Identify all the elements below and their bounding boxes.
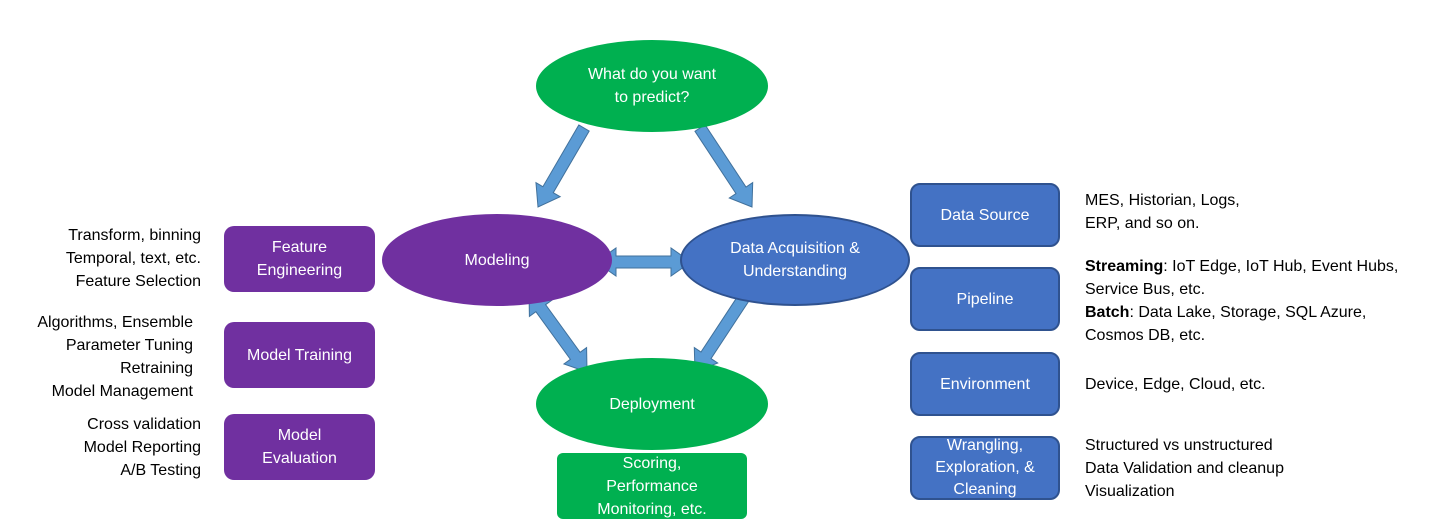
node-data-acquisition-label: Data Acquisition & Understanding xyxy=(730,240,860,280)
box-model-evaluation: Model Evaluation xyxy=(224,414,375,480)
node-modeling: Modeling xyxy=(382,214,612,306)
box-label: Data Source xyxy=(940,206,1030,224)
detail-line: Algorithms, Ensemble xyxy=(37,314,193,331)
detail-line: Batch: Data Lake, Storage, SQL Azure, xyxy=(1085,301,1398,324)
node-data-acquisition: Data Acquisition & Understanding xyxy=(680,214,910,306)
node-scoring-label: Scoring, Performance Monitoring, etc. xyxy=(597,454,707,518)
node-scoring: Scoring, Performance Monitoring, etc. xyxy=(557,453,747,519)
arrow-predict-to-data-acquisition xyxy=(694,124,754,208)
box-model-training: Model Training xyxy=(224,322,375,388)
model-evaluation-details: Cross validation Model Reporting A/B Tes… xyxy=(84,413,201,482)
pipeline-details: Streaming: IoT Edge, IoT Hub, Event Hubs… xyxy=(1085,255,1398,347)
streaming-text: : IoT Edge, IoT Hub, Event Hubs, xyxy=(1163,258,1399,275)
box-wrangling: Wrangling, Exploration, & Cleaning xyxy=(910,436,1060,500)
detail-line: Retraining xyxy=(120,360,193,377)
arrow-modeling-deployment xyxy=(528,291,588,373)
detail-line: Feature Selection xyxy=(75,273,201,290)
node-predict: What do you want to predict? xyxy=(536,40,768,132)
detail-line: MES, Historian, Logs, xyxy=(1085,192,1240,209)
detail-line: Cosmos DB, etc. xyxy=(1085,327,1206,344)
environment-details: Device, Edge, Cloud, etc. xyxy=(1085,373,1266,396)
detail-line: Model Management xyxy=(51,383,193,400)
box-label: Pipeline xyxy=(956,290,1014,308)
detail-line: Visualization xyxy=(1085,483,1175,500)
detail-line: Service Bus, etc. xyxy=(1085,281,1206,298)
detail-line: Transform, binning xyxy=(68,227,201,244)
detail-line: Data Validation and cleanup xyxy=(1085,460,1284,477)
box-environment: Environment xyxy=(910,352,1060,416)
detail-line: Device, Edge, Cloud, etc. xyxy=(1085,376,1266,393)
arrow-predict-to-modeling xyxy=(535,124,590,208)
box-pipeline: Pipeline xyxy=(910,267,1060,331)
node-modeling-label: Modeling xyxy=(464,251,530,269)
box-label: Wrangling, Exploration, & Cleaning xyxy=(935,437,1035,498)
diagram: What do you want to predict? Modeling Da… xyxy=(0,0,1433,532)
detail-line: Model Reporting xyxy=(83,439,201,456)
detail-line: Temporal, text, etc. xyxy=(65,250,201,267)
model-training-details: Algorithms, Ensemble Parameter Tuning Re… xyxy=(37,311,193,403)
box-label: Feature Engineering xyxy=(256,239,343,279)
detail-line: Streaming: IoT Edge, IoT Hub, Event Hubs… xyxy=(1085,255,1398,278)
streaming-label: Streaming xyxy=(1085,258,1164,275)
detail-line: Parameter Tuning xyxy=(65,337,193,354)
box-feature-engineering: Feature Engineering xyxy=(224,226,375,292)
wrangling-details: Structured vs unstructured Data Validati… xyxy=(1085,434,1284,503)
detail-line: Structured vs unstructured xyxy=(1085,437,1273,454)
batch-label: Batch xyxy=(1085,304,1130,321)
box-data-source: Data Source xyxy=(910,183,1060,247)
feature-engineering-details: Transform, binning Temporal, text, etc. … xyxy=(66,224,201,293)
arrow-data-acquisition-to-deployment xyxy=(693,289,753,373)
node-deployment: Deployment xyxy=(536,358,768,450)
batch-text: : Data Lake, Storage, SQL Azure, xyxy=(1129,304,1367,321)
box-label: Model Training xyxy=(247,346,352,364)
node-predict-label: What do you want to predict? xyxy=(587,66,717,106)
box-label: Environment xyxy=(940,375,1030,393)
data-source-details: MES, Historian, Logs, ERP, and so on. xyxy=(1085,189,1240,235)
detail-line: Cross validation xyxy=(87,416,201,433)
box-label: Model Evaluation xyxy=(262,427,337,467)
detail-line: ERP, and so on. xyxy=(1085,215,1200,232)
detail-line: A/B Testing xyxy=(120,462,201,479)
node-deployment-label: Deployment xyxy=(609,395,695,413)
